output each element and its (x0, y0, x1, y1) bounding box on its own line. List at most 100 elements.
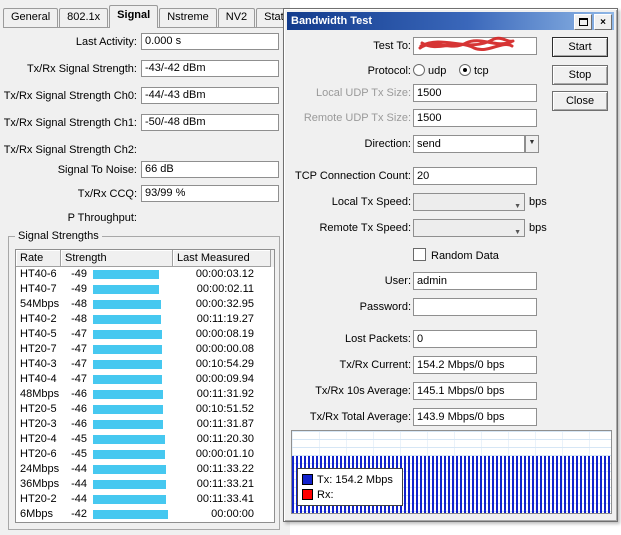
strength-value: -45 (61, 433, 87, 445)
table-row[interactable]: HT20-2-4400:11:33.41 (16, 492, 274, 507)
protocol-tcp-radio[interactable]: tcp (459, 64, 489, 77)
rate-cell: HT40-2 (20, 313, 57, 325)
strength-value: -47 (61, 358, 87, 370)
protocol-udp-label: udp (428, 65, 446, 77)
rate-cell: 48Mbps (20, 388, 59, 400)
direction-input[interactable]: send (413, 135, 525, 153)
strength-value: -47 (61, 373, 87, 385)
remote-tx-speed-input: ▼ (413, 219, 525, 237)
table-row[interactable]: 54Mbps-4800:00:32.95 (16, 297, 274, 312)
titlebar-buttons: × (574, 14, 612, 30)
direction-dropdown-button[interactable]: ▼ (525, 135, 539, 153)
status-label: P Throughput: (0, 212, 137, 224)
strength-bar-icon (93, 285, 159, 294)
start-button[interactable]: Start (552, 37, 608, 57)
throughput-chart: Tx: 154.2 Mbps Rx: (291, 430, 612, 514)
table-row[interactable]: HT20-7-4700:00:00.08 (16, 342, 274, 357)
test-to-input[interactable] (413, 37, 537, 55)
status-label: Tx/Rx CCQ: (0, 188, 137, 200)
rate-cell: HT20-6 (20, 448, 57, 460)
rate-cell: HT20-3 (20, 418, 57, 430)
rate-cell: HT20-4 (20, 433, 57, 445)
table-row[interactable]: HT20-4 -45 00:11:20.30 (16, 432, 274, 447)
table-row[interactable]: 48Mbps-4600:11:31.92 (16, 387, 274, 402)
last-measured-cell: 00:11:20.30 (173, 433, 254, 445)
user-input[interactable]: admin (413, 272, 537, 290)
table-row[interactable]: HT20-5-4600:10:51.52 (16, 402, 274, 417)
password-field[interactable] (413, 298, 537, 316)
tx-swatch-icon (302, 474, 313, 485)
tab-signal[interactable]: Signal (109, 5, 158, 28)
row-local-tx-speed: Local Tx Speed: ▼ bps (287, 193, 616, 213)
tcp-connection-count-label: TCP Connection Count: (257, 170, 411, 182)
rate-cell: HT40-7 (20, 283, 57, 295)
close-button[interactable]: Close (552, 91, 608, 111)
strength-value: -44 (61, 478, 87, 490)
column-header-rate[interactable]: Rate (16, 250, 61, 267)
strength-bar-icon (93, 465, 166, 474)
row-user: User: admin (287, 272, 616, 292)
row-password: Password: (287, 298, 616, 318)
local-tx-speed-unit: bps (529, 196, 547, 208)
random-data-checkbox[interactable]: Random Data (413, 248, 499, 262)
table-row[interactable]: HT40-7-4900:00:02.11 (16, 282, 274, 297)
local-udp-tx-size-input: 1500 (413, 84, 537, 102)
strength-bar-icon (93, 360, 162, 369)
tab-nstreme[interactable]: Nstreme (159, 8, 217, 27)
last-measured-cell: 00:11:33.22 (173, 463, 254, 475)
strength-bar-icon (93, 450, 165, 459)
txrx-10s-average-label: Tx/Rx 10s Average: (257, 385, 411, 397)
protocol-udp-radio[interactable]: udp (413, 64, 446, 77)
remote-udp-tx-size-label: Remote UDP Tx Size: (257, 112, 411, 124)
last-measured-cell: 00:11:19.27 (173, 313, 254, 325)
stop-button[interactable]: Stop (552, 65, 608, 85)
rate-cell: 36Mbps (20, 478, 59, 490)
chevron-down-icon: ▼ (514, 199, 521, 214)
strength-bar-icon (93, 495, 166, 504)
table-row[interactable]: HT20-6-4500:00:01.10 (16, 447, 274, 462)
table-row[interactable]: HT40-4-4700:00:09.94 (16, 372, 274, 387)
direction-label: Direction: (257, 138, 411, 150)
last-measured-cell: 00:00:09.94 (173, 373, 254, 385)
strength-bar-icon (93, 390, 163, 399)
remote-tx-speed-unit: bps (529, 222, 547, 234)
rate-cell: HT20-5 (20, 403, 57, 415)
signal-table-body: HT40-6-4900:00:03.12HT40-7-4900:00:02.11… (16, 267, 274, 522)
strength-value: -44 (61, 463, 87, 475)
txrx-10s-average-value: 145.1 Mbps/0 bps (413, 382, 537, 400)
last-measured-cell: 00:00:08.19 (173, 328, 254, 340)
table-row[interactable]: HT40-3-4700:10:54.29 (16, 357, 274, 372)
last-measured-cell: 00:00:02.11 (173, 283, 254, 295)
chevron-down-icon: ▼ (514, 225, 521, 240)
table-row[interactable]: 36Mbps-4400:11:33.21 (16, 477, 274, 492)
column-header-last-measured[interactable]: Last Measured (173, 250, 271, 267)
table-row[interactable]: HT20-3-4600:11:31.87 (16, 417, 274, 432)
bandwidth-test-dialog: Bandwidth Test × Test To: Protoco (283, 8, 618, 522)
strength-bar-icon (93, 300, 161, 309)
legend-rx-label: Rx: (317, 489, 334, 501)
last-measured-cell: 00:10:51.52 (173, 403, 254, 415)
table-row[interactable]: HT40-6-4900:00:03.12 (16, 267, 274, 282)
status-row-p-throughput: P Throughput: (0, 209, 283, 228)
column-header-strength[interactable]: Strength (61, 250, 173, 267)
tab-802-1x[interactable]: 802.1x (59, 8, 108, 27)
lost-packets-value: 0 (413, 330, 537, 348)
strength-value: -45 (61, 448, 87, 460)
table-row[interactable]: HT40-2-4800:11:19.27 (16, 312, 274, 327)
status-row-tx-rx-signal-strength-ch0: Tx/Rx Signal Strength Ch0:-44/-43 dBm (0, 87, 283, 106)
row-remote-tx-speed: Remote Tx Speed: ▼ bps (287, 219, 616, 239)
restore-button[interactable] (574, 14, 592, 30)
table-row[interactable]: HT40-5-4700:00:08.19 (16, 327, 274, 342)
row-txrx-total-average: Tx/Rx Total Average: 143.9 Mbps/0 bps (287, 408, 616, 428)
table-row[interactable]: 6Mbps-4200:00:00 (16, 507, 274, 522)
tab-nv2[interactable]: NV2 (218, 8, 255, 27)
last-measured-cell: 00:11:31.87 (173, 418, 254, 430)
dialog-titlebar[interactable]: Bandwidth Test × (287, 12, 614, 30)
tab-general[interactable]: General (3, 8, 58, 27)
rate-cell: 54Mbps (20, 298, 59, 310)
legend-tx-label: Tx: 154.2 Mbps (317, 474, 393, 486)
last-measured-cell: 00:00:00 (173, 508, 254, 520)
close-icon-button[interactable]: × (594, 14, 612, 30)
tcp-connection-count-input[interactable]: 20 (413, 167, 537, 185)
table-row[interactable]: 24Mbps-4400:11:33.22 (16, 462, 274, 477)
